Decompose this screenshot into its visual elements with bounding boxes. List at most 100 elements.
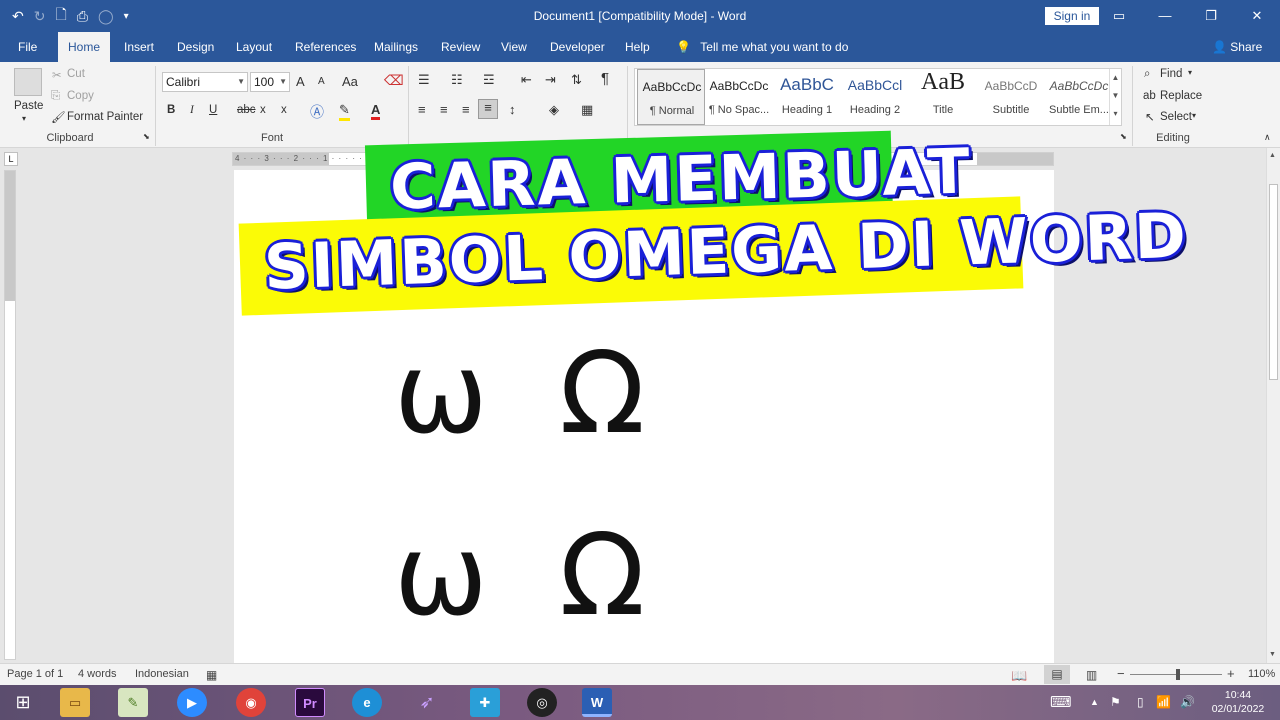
language[interactable]: Indonesian bbox=[135, 668, 189, 680]
gallery-scroll[interactable]: ▲ ▼ ▾ bbox=[1109, 69, 1121, 125]
change-case-button[interactable]: Aa bbox=[342, 74, 358, 89]
network-icon[interactable]: 📶 bbox=[1156, 685, 1171, 720]
font-size-box[interactable]: 100 ▼ bbox=[250, 72, 290, 92]
word-taskbar-icon[interactable]: W bbox=[582, 688, 612, 717]
bullets-icon[interactable]: ☰ bbox=[418, 72, 430, 88]
decrease-indent-icon[interactable]: ⇤ bbox=[521, 72, 532, 88]
style-heading-2[interactable]: AaBbCcl Heading 2 bbox=[841, 69, 909, 125]
font-name-box[interactable]: Calibri ▼ bbox=[162, 72, 248, 92]
windows-start-icon[interactable]: ⊞ bbox=[8, 688, 38, 717]
numbering-icon[interactable]: ☷ bbox=[451, 72, 463, 88]
scrollbar-thumb[interactable] bbox=[1269, 184, 1278, 380]
toolbox-app-icon[interactable]: ✚ bbox=[470, 688, 500, 717]
obs-icon[interactable]: ◎ bbox=[527, 688, 557, 717]
select-button[interactable]: Select bbox=[1160, 111, 1192, 123]
sign-in-button[interactable]: Sign in bbox=[1045, 7, 1099, 25]
chevron-down-icon[interactable]: ▾ bbox=[1192, 111, 1196, 120]
grow-font-button[interactable]: A bbox=[296, 74, 305, 89]
collapse-ribbon-icon[interactable]: ∧ bbox=[1264, 132, 1271, 143]
scroll-down-icon[interactable]: ▼ bbox=[1269, 651, 1276, 658]
omega-symbols-line-2[interactable]: ω Ω bbox=[394, 520, 663, 632]
styles-launcher-icon[interactable]: ⬊ bbox=[1120, 132, 1127, 141]
keyboard-icon[interactable]: ⌨ bbox=[1050, 685, 1072, 720]
zoom-out-icon[interactable]: − bbox=[1117, 666, 1125, 681]
align-right-icon[interactable]: ≡ bbox=[462, 102, 470, 117]
borders-icon[interactable]: ▦ bbox=[581, 102, 593, 118]
file-explorer-icon[interactable]: ▭ bbox=[60, 688, 90, 717]
zoom-slider-thumb[interactable] bbox=[1176, 669, 1180, 680]
justify-icon[interactable]: ≡ bbox=[478, 99, 498, 119]
volume-icon[interactable]: 🔊 bbox=[1180, 685, 1195, 720]
edge-icon[interactable]: e bbox=[352, 688, 382, 717]
style-title[interactable]: AaB Title bbox=[909, 69, 977, 125]
align-center-icon[interactable]: ≡ bbox=[440, 102, 448, 117]
scroll-up-icon[interactable]: ▲ bbox=[1269, 152, 1276, 159]
paste-button[interactable]: Paste bbox=[14, 100, 43, 112]
text-effects-icon[interactable]: Ⓐ bbox=[310, 102, 324, 122]
accessibility-icon[interactable]: ▦ bbox=[206, 668, 217, 682]
line-spacing-icon[interactable]: ↕ bbox=[509, 102, 516, 117]
tab-file[interactable]: File bbox=[8, 32, 47, 62]
italic-button[interactable]: I bbox=[190, 104, 194, 116]
superscript-button[interactable]: x bbox=[281, 104, 287, 116]
taskbar-clock[interactable]: 10:44 02/01/2022 bbox=[1202, 688, 1274, 716]
zoom-in-icon[interactable]: + bbox=[1227, 666, 1235, 681]
subscript-button[interactable]: x bbox=[260, 104, 266, 116]
ribbon-display-icon[interactable]: ▭ bbox=[1096, 0, 1142, 32]
zoom-meeting-icon[interactable]: ▶ bbox=[177, 688, 207, 717]
tab-layout[interactable]: Layout bbox=[226, 32, 282, 62]
font-color-icon[interactable]: A bbox=[371, 102, 381, 120]
share-button[interactable]: 👤 Share bbox=[1212, 32, 1262, 62]
tab-home[interactable]: Home bbox=[58, 32, 111, 62]
web-layout-icon[interactable]: ▥ bbox=[1086, 668, 1097, 682]
omega-symbols-line-1[interactable]: ω Ω bbox=[394, 338, 663, 450]
chevron-down-icon[interactable]: ▾ bbox=[1188, 68, 1192, 77]
increase-indent-icon[interactable]: ⇥ bbox=[545, 72, 556, 88]
premiere-pro-icon[interactable]: Pr bbox=[295, 688, 325, 717]
page-count[interactable]: Page 1 of 1 bbox=[7, 668, 63, 680]
tab-help[interactable]: Help bbox=[615, 32, 660, 62]
copy-button[interactable]: Copy bbox=[67, 90, 94, 102]
vertical-ruler[interactable] bbox=[4, 170, 16, 660]
underline-button[interactable]: U bbox=[209, 104, 217, 116]
cut-button[interactable]: Cut bbox=[67, 68, 85, 80]
vertical-scrollbar[interactable]: ▲ ▼ bbox=[1266, 148, 1280, 663]
format-painter-button[interactable]: Format Painter bbox=[67, 111, 143, 123]
shrink-font-button[interactable]: A bbox=[318, 76, 325, 87]
paste-dropdown-icon[interactable]: ▾ bbox=[22, 114, 26, 123]
align-left-icon[interactable]: ≡ bbox=[418, 102, 426, 117]
tray-expand-icon[interactable]: ▲ bbox=[1090, 685, 1099, 720]
chrome-icon[interactable]: ◉ bbox=[236, 688, 266, 717]
show-formatting-icon[interactable]: ¶ bbox=[601, 70, 609, 87]
tab-mailings[interactable]: Mailings bbox=[364, 32, 428, 62]
clear-formatting-icon[interactable]: ⌫ bbox=[384, 72, 404, 89]
minimize-icon[interactable]: — bbox=[1142, 0, 1188, 32]
tab-review[interactable]: Review bbox=[431, 32, 490, 62]
find-button[interactable]: Find bbox=[1160, 68, 1182, 80]
tell-me-search[interactable]: 💡 Tell me what you want to do bbox=[676, 32, 848, 62]
tab-insert[interactable]: Insert bbox=[114, 32, 164, 62]
close-icon[interactable]: ✕ bbox=[1234, 0, 1280, 32]
tab-selector[interactable]: L bbox=[4, 152, 18, 166]
restore-icon[interactable]: ❐ bbox=[1188, 0, 1234, 32]
shading-icon[interactable]: ◈ bbox=[549, 102, 559, 118]
sort-icon[interactable]: ⇅ bbox=[571, 72, 582, 88]
tab-view[interactable]: View bbox=[491, 32, 537, 62]
style-subtitle[interactable]: AaBbCcD Subtitle bbox=[977, 69, 1045, 125]
read-mode-icon[interactable]: 📖 bbox=[1011, 668, 1027, 684]
tab-design[interactable]: Design bbox=[167, 32, 224, 62]
multilevel-list-icon[interactable]: ☲ bbox=[483, 72, 495, 88]
clipboard-launcher-icon[interactable]: ⬊ bbox=[143, 132, 150, 141]
style-normal[interactable]: AaBbCcDc ¶ Normal bbox=[637, 69, 705, 125]
style-no-spacing[interactable]: AaBbCcDc ¶ No Spac... bbox=[705, 69, 773, 125]
zoom-level[interactable]: 110% bbox=[1248, 668, 1275, 680]
clipboard-icon[interactable] bbox=[14, 68, 42, 96]
highlight-icon[interactable]: ✎ bbox=[339, 102, 350, 121]
feather-app-icon[interactable]: ➶ bbox=[412, 688, 442, 717]
battery-icon[interactable]: ▯ bbox=[1137, 685, 1144, 720]
replace-button[interactable]: Replace bbox=[1160, 90, 1202, 102]
flag-icon[interactable]: ⚑ bbox=[1110, 685, 1121, 720]
style-heading-1[interactable]: AaBbC Heading 1 bbox=[773, 69, 841, 125]
print-layout-icon[interactable]: ▤ bbox=[1044, 665, 1070, 684]
word-count[interactable]: 4 words bbox=[78, 668, 117, 680]
